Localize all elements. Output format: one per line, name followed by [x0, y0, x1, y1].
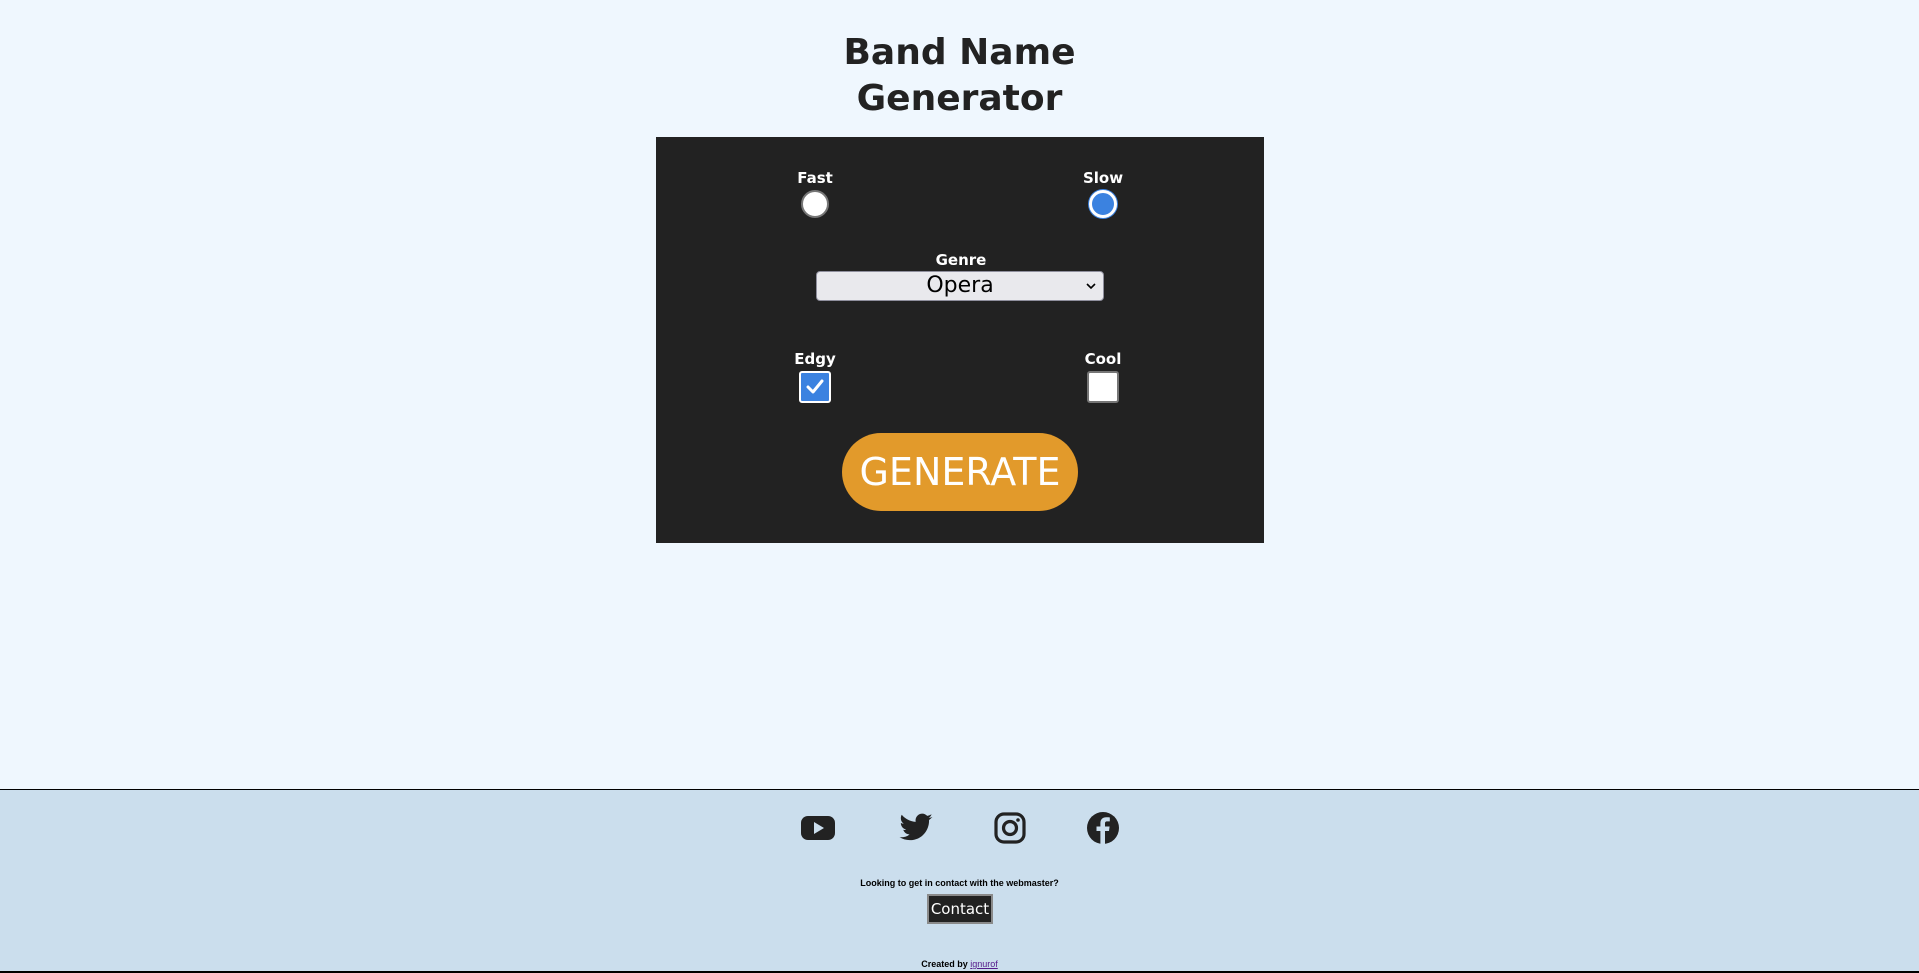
speed-option-fast-label: Fast — [797, 169, 833, 187]
contact-prompt: Looking to get in contact with the webma… — [860, 878, 1059, 888]
speed-radio-fast[interactable] — [801, 190, 829, 218]
genre-field: Genre Opera — [816, 251, 1106, 301]
attribute-option-edgy-label: Edgy — [794, 350, 836, 368]
chevron-down-icon — [1086, 283, 1096, 290]
genre-select[interactable]: Opera — [816, 271, 1104, 301]
edgy-checkbox[interactable] — [799, 371, 831, 403]
instagram-icon[interactable] — [992, 810, 1028, 846]
contact-button[interactable]: Contact — [927, 894, 993, 924]
generate-button[interactable]: GENERATE — [842, 433, 1078, 511]
credit-prefix: Created by — [921, 959, 968, 969]
speed-option-slow[interactable]: Slow — [1063, 169, 1143, 218]
attribute-option-edgy[interactable]: Edgy — [775, 350, 855, 403]
speed-option-fast[interactable]: Fast — [775, 169, 855, 218]
youtube-icon[interactable] — [800, 810, 836, 846]
cool-checkbox[interactable] — [1087, 371, 1119, 403]
page-title: Band Name Generator — [0, 30, 1919, 122]
generator-panel: Fast Slow Genre Opera Edgy Cool GENERATE — [656, 137, 1264, 543]
page-title-line-2: Generator — [856, 78, 1063, 119]
speed-option-slow-label: Slow — [1082, 169, 1124, 187]
genre-selected-value: Opera — [926, 273, 994, 298]
credit: Created by ignurof — [0, 959, 1919, 970]
attribute-option-cool[interactable]: Cool — [1063, 350, 1143, 403]
facebook-icon[interactable] — [1085, 810, 1121, 846]
checkmark-icon — [806, 379, 824, 394]
attribute-option-cool-label: Cool — [1084, 350, 1122, 368]
page-title-line-1: Band Name — [843, 32, 1076, 73]
footer: Looking to get in contact with the webma… — [0, 789, 1919, 973]
credit-author-link[interactable]: ignurof — [970, 959, 998, 969]
speed-radio-slow[interactable] — [1089, 190, 1117, 218]
genre-label: Genre — [935, 251, 987, 269]
twitter-icon[interactable] — [898, 810, 934, 846]
